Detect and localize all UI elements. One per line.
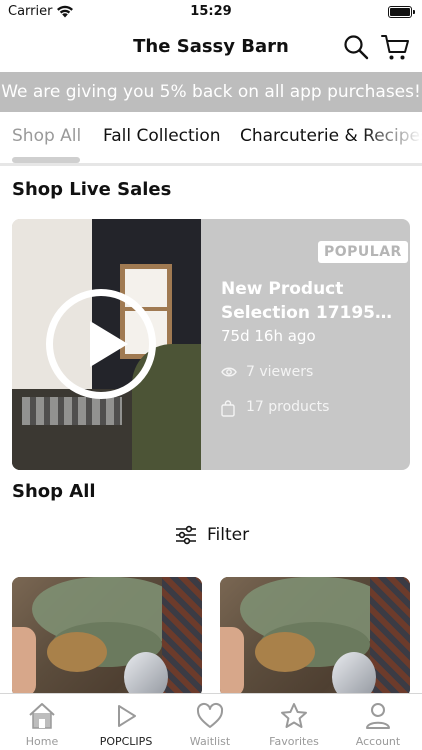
play-icon bbox=[118, 705, 136, 727]
shop-all-heading: Shop All bbox=[12, 481, 96, 502]
star-icon bbox=[281, 703, 307, 728]
tab-fall-collection[interactable]: Fall Collection bbox=[103, 126, 221, 146]
live-sale-title-line2: Selection 1719518409 bbox=[221, 303, 403, 323]
tabbar-home-label: Home bbox=[25, 735, 59, 748]
bag-icon bbox=[221, 400, 235, 417]
live-sales-heading: Shop Live Sales bbox=[12, 179, 172, 200]
filter-label: Filter bbox=[207, 525, 250, 545]
status-bar: Carrier 15:29 bbox=[0, 0, 422, 24]
bottom-tab-bar: Home POPCLIPS Waitlist Favorites Account bbox=[0, 693, 422, 750]
viewers-count: 7 viewers bbox=[246, 364, 314, 380]
product-card[interactable] bbox=[12, 577, 202, 697]
category-tabs: Shop All Fall Collection Charcuterie & R… bbox=[0, 112, 422, 164]
tab-shop-all[interactable]: Shop All bbox=[12, 126, 81, 146]
live-video-thumbnail[interactable] bbox=[12, 219, 201, 470]
live-sale-title: New Product Selection 1719518409 bbox=[221, 277, 403, 325]
tabbar-account-label: Account bbox=[355, 735, 401, 748]
tabbar-popclips[interactable]: POPCLIPS bbox=[84, 694, 168, 750]
products-count: 17 products bbox=[246, 399, 330, 415]
tabbar-favorites[interactable]: Favorites bbox=[252, 694, 336, 750]
tabbar-waitlist[interactable]: Waitlist bbox=[168, 694, 252, 750]
tabbar-waitlist-label: Waitlist bbox=[189, 735, 231, 748]
tabbar-account[interactable]: Account bbox=[336, 694, 420, 750]
tabbar-home[interactable]: Home bbox=[0, 694, 84, 750]
tabbar-favorites-label: Favorites bbox=[269, 735, 319, 748]
product-card[interactable] bbox=[220, 577, 410, 697]
tabbar-popclips-label: POPCLIPS bbox=[99, 735, 153, 748]
play-icon[interactable] bbox=[46, 289, 156, 399]
live-sale-title-line1: New Product bbox=[221, 279, 344, 299]
home-icon bbox=[29, 703, 55, 729]
app-header: The Sassy Barn bbox=[0, 24, 422, 70]
person-icon bbox=[366, 703, 390, 729]
divider bbox=[0, 163, 422, 166]
live-sale-time: 75d 16h ago bbox=[221, 327, 316, 345]
filter-button[interactable]: Filter bbox=[175, 523, 255, 547]
heart-icon bbox=[196, 702, 224, 728]
eye-icon bbox=[221, 367, 237, 377]
live-sale-card[interactable]: POPULAR New Product Selection 1719518409… bbox=[12, 219, 410, 470]
promo-banner: We are giving you 5% back on all app pur… bbox=[0, 72, 422, 112]
search-icon[interactable] bbox=[343, 34, 369, 60]
clock: 15:29 bbox=[190, 4, 232, 19]
cart-icon[interactable] bbox=[380, 32, 410, 62]
filter-icon bbox=[176, 525, 196, 545]
popular-badge: POPULAR bbox=[318, 241, 408, 263]
battery-icon bbox=[388, 6, 415, 18]
